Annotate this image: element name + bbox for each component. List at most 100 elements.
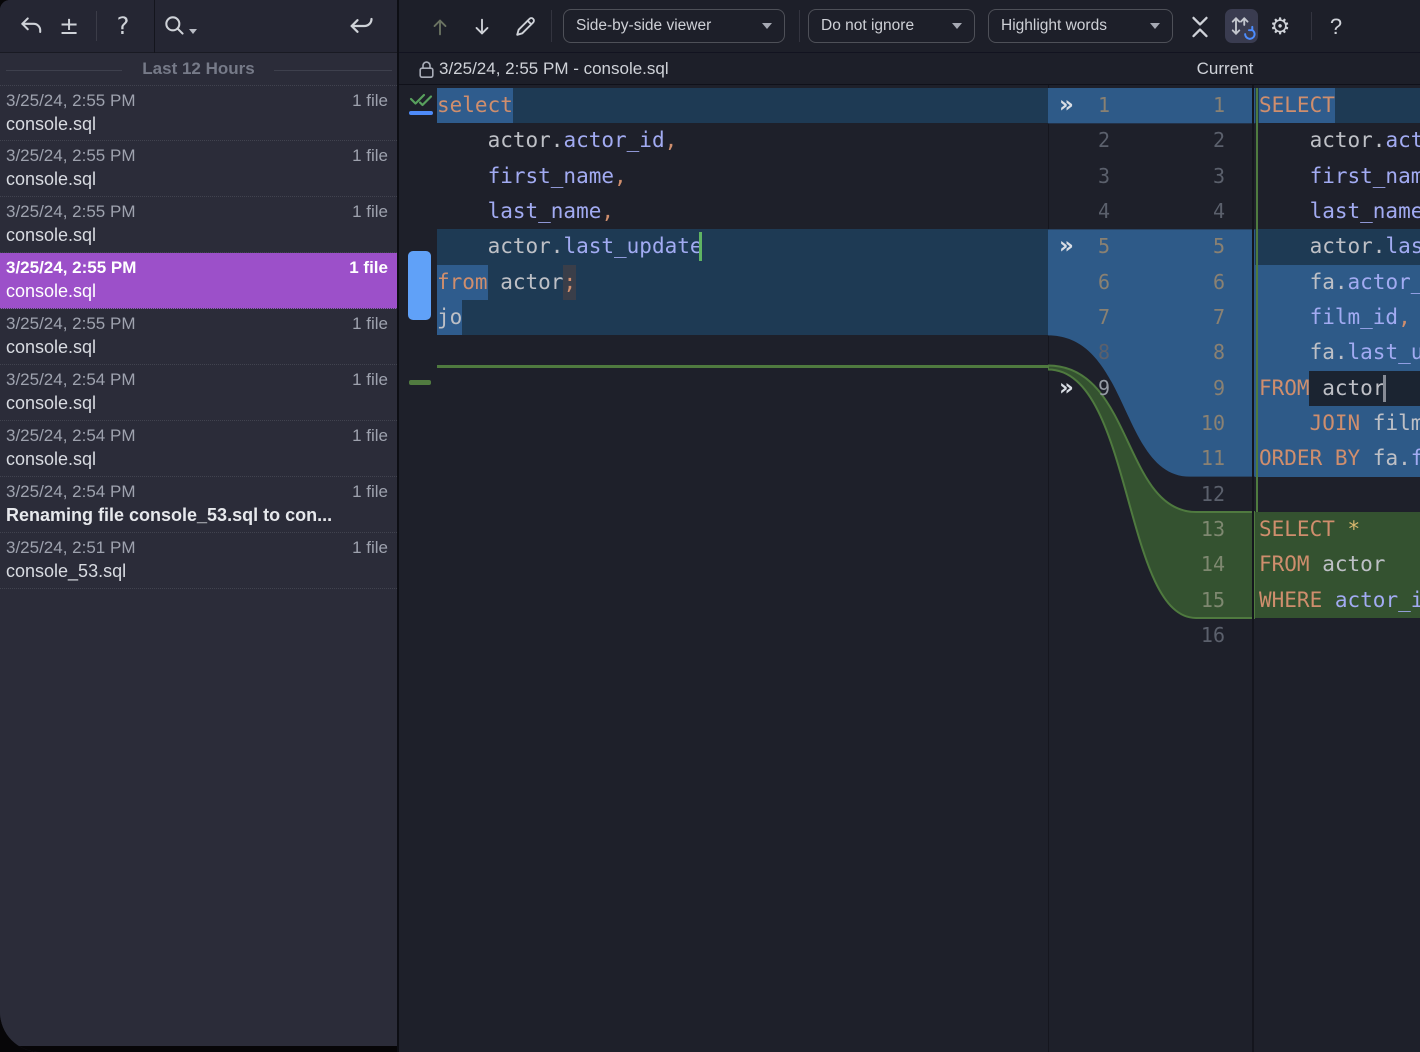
code-line[interactable]: FROM actor [1259,371,1385,406]
revision-item[interactable]: 3/25/24, 2:54 PM1 fileRenaming file cons… [0,477,397,533]
code-token: actor_i [1335,588,1420,612]
help-icon[interactable]: ? [106,9,140,43]
ignore-policy-select[interactable]: Do not ignore [808,9,975,43]
collapse-unchanged-icon[interactable] [1183,10,1217,44]
revision-item[interactable]: 3/25/24, 2:55 PM1 fileconsole.sql [0,253,397,309]
line-number: 15 [1169,583,1225,618]
undo-icon[interactable] [14,9,48,43]
next-difference-icon[interactable] [465,10,499,44]
code-line[interactable]: select [437,88,513,123]
revision-item[interactable]: 3/25/24, 2:54 PM1 fileconsole.sql [0,365,397,421]
settings-gear-icon[interactable]: ⚙ [1263,10,1297,44]
edit-icon[interactable] [507,10,541,44]
code-line[interactable]: actor.actor_id, [437,123,677,158]
panel-splitter[interactable] [397,0,399,1052]
line-number: 7 [1169,300,1225,335]
code-token: * [1348,517,1361,541]
revision-item[interactable]: 3/25/24, 2:55 PM 1 file console.sql [0,141,397,197]
search-icon[interactable] [158,9,192,43]
code-token [1322,588,1335,612]
revision-file-count: 1 file [352,538,388,558]
code-token: last_u [1348,340,1420,364]
line-number: 6 [1054,265,1110,300]
revision-file-count: 1 file [352,426,388,446]
code-token: actor [1310,552,1386,576]
code-token: , [614,164,627,188]
previous-difference-icon[interactable] [423,10,457,44]
code-line[interactable]: SELECT * [1259,512,1360,547]
revision-item[interactable]: 3/25/24, 2:55 PM1 fileconsole.sql [0,85,397,141]
revision-item[interactable]: 3/25/24, 2:55 PM1 fileconsole.sql [0,309,397,365]
code-token: . [1335,340,1348,364]
added-range-anchor-line [1256,88,1258,512]
code-token: jo [437,300,462,335]
code-line[interactable]: fa.last_u [1259,335,1420,370]
diff-header: 3/25/24, 2:55 PM - console.sql Current [399,53,1420,85]
code-token: first_nam [1259,164,1420,188]
diff-line-background-mod [437,300,1048,335]
code-line[interactable]: ORDER BY fa.f [1259,441,1420,476]
code-token: SELECT [1259,517,1335,541]
chevron-down-icon [762,23,772,29]
search-history-caret[interactable] [189,29,197,34]
revision-item[interactable]: 3/25/24, 2:54 PM1 fileconsole.sql [0,421,397,477]
expand-chevrons-icon[interactable]: » [1059,229,1089,264]
line-number: 16 [1169,618,1225,653]
code-line[interactable]: actor.last_update [437,229,703,264]
highlight-mode-label: Highlight words [1001,17,1107,35]
code-token: actor [437,234,551,258]
revision-file-count: 1 file [352,314,388,334]
line-number: 3 [1169,159,1225,194]
help-icon[interactable]: ? [1319,10,1353,44]
toolbar-divider [1311,12,1312,40]
code-line[interactable]: last_name, [437,194,614,229]
line-number: 2 [1169,123,1225,158]
code-token: SELECT [1259,88,1335,123]
line-number: 2 [1054,123,1110,158]
insertion-point-line [437,365,1048,368]
code-token [1259,411,1310,435]
create-patch-icon[interactable]: ± [52,9,86,43]
insertion-marker-dash[interactable] [409,380,431,385]
revision-file-count: 1 file [352,146,388,166]
revision-time: 3/25/24, 2:51 PM [6,538,135,558]
revision-item[interactable]: 3/25/24, 2:51 PM1 fileconsole_53.sql [0,533,397,589]
code-token: . [1373,128,1386,152]
code-line[interactable]: from actor; [437,265,576,300]
sync-scroll-icon[interactable] [1225,9,1258,43]
code-line[interactable]: SELECT [1259,88,1335,123]
diff-viewer: Side-by-side viewer Do not ignore Highli… [399,0,1420,1052]
code-line[interactable]: first_name, [437,159,627,194]
revision-label: console.sql [6,393,96,414]
code-token [488,270,501,294]
code-line[interactable]: FROM actor [1259,547,1385,582]
revision-label: Renaming file console_53.sql to con... [6,505,332,526]
code-line[interactable]: film_id, [1259,300,1411,335]
line-number: 6 [1169,265,1225,300]
code-line[interactable]: actor.act [1259,123,1420,158]
revision-label: console.sql [6,169,96,190]
code-line[interactable]: actor.las [1259,229,1420,264]
code-line[interactable]: last_name [1259,194,1420,229]
toolbar-divider [96,11,97,41]
expand-chevrons-icon[interactable]: » [1059,371,1089,406]
chevron-down-icon [952,23,962,29]
toolbar-divider [799,10,800,42]
code-token: fa [1259,270,1335,294]
revision-item[interactable]: 3/25/24, 2:55 PM1 fileconsole.sql [0,197,397,253]
code-token: , [665,128,678,152]
change-marker-bar[interactable] [408,251,431,320]
highlight-mode-select[interactable]: Highlight words [988,9,1173,43]
code-line[interactable]: JOIN film [1259,406,1420,441]
revision-time: 3/25/24, 2:55 PM [6,146,135,166]
code-line[interactable]: jo [437,300,462,335]
expand-chevrons-icon[interactable]: » [1059,88,1089,123]
revert-icon[interactable] [344,9,378,43]
code-line[interactable]: first_nam [1259,159,1420,194]
code-token: last_name [437,199,601,223]
code-token: las [1385,234,1420,258]
viewer-mode-select[interactable]: Side-by-side viewer [563,9,785,43]
code-line[interactable]: fa.actor_ [1259,265,1420,300]
code-token: select [437,88,513,123]
code-line[interactable]: WHERE actor_i [1259,583,1420,618]
